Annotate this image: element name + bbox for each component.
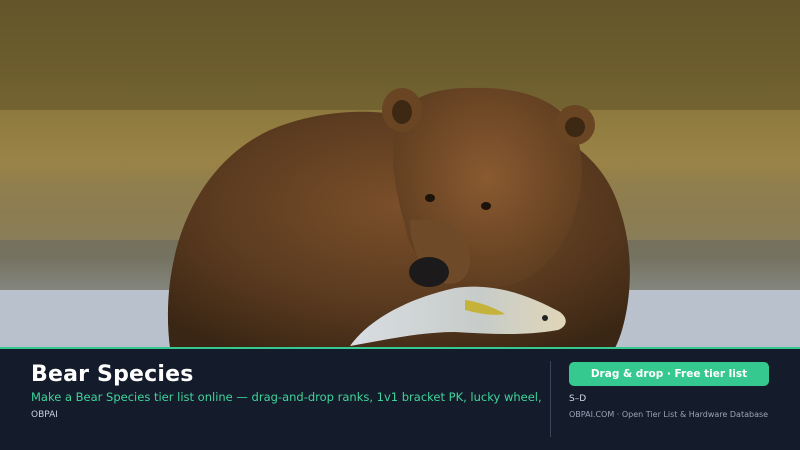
page-description: Make a Bear Species tier list online — d… xyxy=(31,390,541,404)
drag-drop-cta-button[interactable]: Drag & drop · Free tier list xyxy=(569,362,769,386)
vertical-divider xyxy=(550,361,551,437)
site-caption: OBPAI.COM · Open Tier List & Hardware Da… xyxy=(569,410,769,419)
bear-illustration xyxy=(0,0,800,348)
tier-range-label: S–D xyxy=(569,394,587,404)
page-title: Bear Species xyxy=(31,362,194,387)
brand-label: OBPAI xyxy=(31,410,58,420)
hero-image xyxy=(0,0,800,348)
